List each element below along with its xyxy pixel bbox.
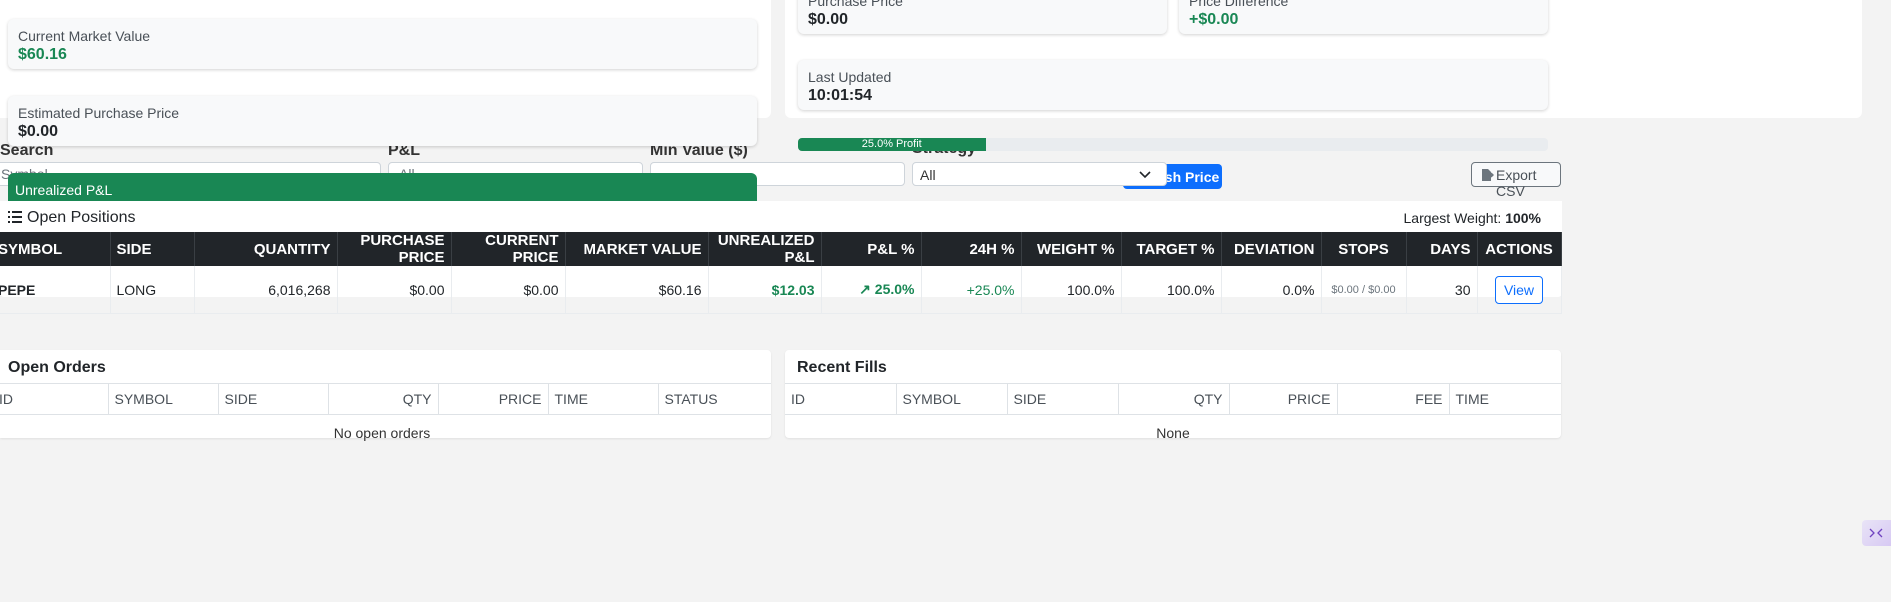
fills-col-side: SIDE — [1007, 383, 1119, 415]
export-csv-button[interactable]: Export CSV — [1471, 162, 1561, 199]
orders-col-time: TIME — [548, 383, 659, 415]
cell-24h-pct: +25.0% — [921, 266, 1022, 314]
compress-icon — [1869, 528, 1883, 538]
estimated-purchase-price-card: Estimated Purchase Price $0.00 — [8, 96, 757, 146]
current-market-value-label: Current Market Value — [18, 28, 151, 44]
col-stops[interactable]: STOPS — [1321, 232, 1407, 266]
open-orders-card: Open Orders ID SYMBOL SIDE QTY PRICE TIM… — [0, 350, 771, 451]
fills-col-id: ID — [785, 383, 897, 415]
current-market-value: $60.16 — [18, 46, 67, 63]
estimated-purchase-price-label: Estimated Purchase Price — [18, 105, 180, 121]
cell-stops: $0.00 / $0.00 — [1321, 266, 1407, 314]
cell-deviation: 0.0% — [1221, 266, 1322, 314]
export-csv-label: Export CSV — [1496, 167, 1537, 199]
fills-col-price: PRICE — [1229, 383, 1338, 415]
cell-target: 100.0% — [1121, 266, 1222, 314]
cell-market-value: $60.16 — [565, 266, 709, 314]
recent-fills-table: ID SYMBOL SIDE QTY PRICE FEE TIME None — [785, 383, 1561, 451]
purchase-price-card: Purchase Price $0.00 — [798, 0, 1167, 34]
col-quantity[interactable]: QUANTITY — [194, 232, 338, 266]
cell-symbol: PEPE — [0, 266, 111, 314]
estimated-purchase-price: $0.00 — [18, 123, 59, 140]
cell-unrealized-pnl: $12.03 — [708, 266, 822, 314]
col-weight-pct[interactable]: WEIGHT % — [1021, 232, 1122, 266]
unrealized-pnl-card-header: Unrealized P&L — [8, 173, 757, 201]
fills-col-time: TIME — [1449, 383, 1561, 415]
open-orders-header-row: ID SYMBOL SIDE QTY PRICE TIME STATUS — [0, 383, 771, 415]
open-positions-title: Open Positions — [27, 209, 136, 226]
fills-col-fee: FEE — [1337, 383, 1450, 415]
profit-progress-bar: 25.0% Profit — [798, 138, 1548, 151]
orders-col-symbol: SYMBOL — [108, 383, 219, 415]
price-difference-label: Price Difference — [1189, 0, 1289, 9]
col-current-price[interactable]: CURRENT PRICE — [451, 232, 566, 266]
cell-current-price: $0.00 — [451, 266, 566, 314]
view-button[interactable]: View — [1494, 275, 1544, 304]
price-difference-card: Price Difference +$0.00 — [1179, 0, 1548, 34]
strategy-select[interactable]: All — [912, 162, 1167, 186]
col-days[interactable]: DAYS — [1406, 232, 1478, 266]
positions-table: SYMBOL SIDE QUANTITY PURCHASE PRICE CURR… — [0, 232, 1562, 314]
open-orders-empty: No open orders — [0, 414, 771, 451]
price-difference: +$0.00 — [1189, 11, 1239, 28]
recent-fills-card: Recent Fills ID SYMBOL SIDE QTY PRICE FE… — [785, 350, 1561, 451]
purchase-price-label: Purchase Price — [808, 0, 903, 9]
fills-col-symbol: SYMBOL — [896, 383, 1008, 415]
largest-weight-label: Largest Weight: — [1403, 210, 1502, 226]
col-side[interactable]: SIDE — [110, 232, 195, 266]
col-purchase-price[interactable]: PURCHASE PRICE — [337, 232, 452, 266]
col-pnl-pct[interactable]: P&L % — [821, 232, 922, 266]
chevron-down-icon — [1139, 171, 1151, 179]
recent-fills-empty: None — [785, 414, 1561, 451]
largest-weight: Largest Weight: 100% — [1404, 210, 1542, 226]
orders-col-qty: QTY — [328, 383, 439, 415]
recent-fills-header-row: ID SYMBOL SIDE QTY PRICE FEE TIME — [785, 383, 1561, 415]
open-positions-card: Open Positions Largest Weight: 100% SYMB… — [0, 201, 1562, 314]
orders-col-side: SIDE — [218, 383, 329, 415]
current-market-value-card: Current Market Value $60.16 — [8, 19, 757, 69]
recent-fills-title: Recent Fills — [797, 359, 887, 376]
cell-weight: 100.0% — [1021, 266, 1122, 314]
last-updated: 10:01:54 — [808, 87, 873, 104]
fills-col-qty: QTY — [1118, 383, 1230, 415]
largest-weight-value: 100% — [1505, 210, 1541, 226]
col-target-pct[interactable]: TARGET % — [1121, 232, 1222, 266]
orders-col-id: ID — [0, 383, 109, 415]
cell-side: LONG — [110, 266, 195, 314]
col-unrealized-pnl[interactable]: UNREALIZED P&L — [708, 232, 822, 266]
orders-col-status: STATUS — [658, 383, 771, 415]
collapse-toggle[interactable] — [1862, 520, 1891, 546]
cell-quantity: 6,016,268 — [194, 266, 338, 314]
table-row: None — [785, 414, 1561, 451]
orders-col-price: PRICE — [438, 383, 549, 415]
col-deviation[interactable]: DEVIATION — [1221, 232, 1322, 266]
col-actions: ACTIONS — [1477, 232, 1562, 266]
unrealized-pnl-label: Unrealized P&L — [15, 182, 113, 198]
cell-pnl-pct: ↗ 25.0% — [821, 266, 922, 314]
purchase-price: $0.00 — [808, 11, 849, 28]
col-market-value[interactable]: MARKET VALUE — [565, 232, 709, 266]
open-orders-title: Open Orders — [8, 359, 106, 376]
cell-purchase-price: $0.00 — [337, 266, 452, 314]
profit-progress-label: 25.0% Profit — [861, 138, 922, 150]
last-updated-card: Last Updated 10:01:54 — [798, 60, 1548, 110]
col-24h-pct[interactable]: 24H % — [921, 232, 1022, 266]
strategy-value: All — [920, 167, 936, 183]
table-row: PEPE LONG 6,016,268 $0.00 $0.00 $60.16 $… — [0, 266, 1562, 314]
open-orders-table: ID SYMBOL SIDE QTY PRICE TIME STATUS No … — [0, 383, 771, 451]
cell-days: 30 — [1406, 266, 1478, 314]
last-updated-label: Last Updated — [808, 69, 892, 85]
table-row: No open orders — [0, 414, 771, 451]
cell-actions: View — [1477, 266, 1562, 314]
positions-header-row: SYMBOL SIDE QUANTITY PURCHASE PRICE CURR… — [0, 232, 1562, 266]
col-symbol[interactable]: SYMBOL — [0, 232, 111, 266]
list-icon — [8, 211, 22, 223]
file-export-icon — [1482, 169, 1494, 181]
